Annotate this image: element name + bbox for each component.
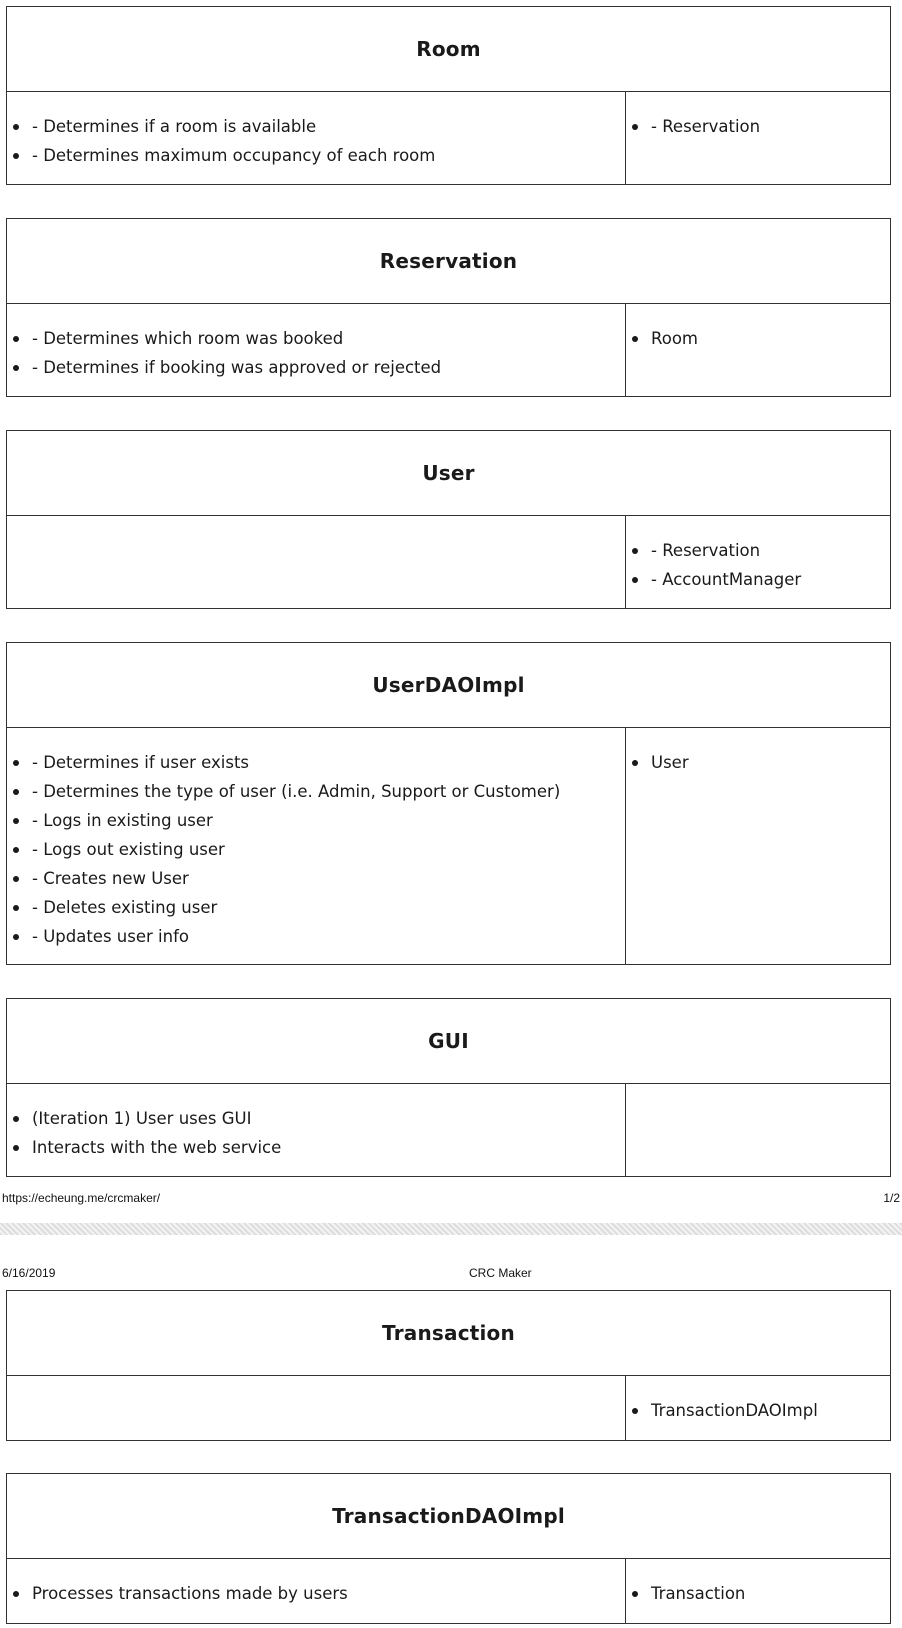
list-item: - Reservation bbox=[626, 536, 890, 565]
crc-card-transactiondaoimpl: TransactionDAOImpl Processes transaction… bbox=[6, 1473, 891, 1624]
list-item: User bbox=[626, 748, 890, 777]
card-title: TransactionDAOImpl bbox=[7, 1474, 890, 1559]
list-item: Transaction bbox=[626, 1579, 890, 1608]
list-item: - Reservation bbox=[626, 112, 890, 141]
crc-card-userdaoimpl: UserDAOImpl - Determines if user exists … bbox=[6, 642, 891, 965]
collaborators-column: - Reservation bbox=[626, 92, 890, 184]
crc-card-transaction: Transaction TransactionDAOImpl bbox=[6, 1290, 891, 1441]
card-title: Transaction bbox=[7, 1291, 890, 1376]
list-item: Room bbox=[626, 324, 890, 353]
responsibilities-column: - Determines if user exists - Determines… bbox=[7, 728, 626, 964]
card-title: Room bbox=[7, 7, 890, 92]
card-title: Reservation bbox=[7, 219, 890, 304]
footer-url: https://echeung.me/crcmaker/ bbox=[2, 1191, 161, 1205]
list-item: - Deletes existing user bbox=[7, 893, 625, 922]
responsibilities-column: Processes transactions made by users bbox=[7, 1559, 626, 1623]
list-item: - Determines if booking was approved or … bbox=[7, 353, 625, 382]
list-item: - Updates user info bbox=[7, 922, 625, 951]
list-item: Interacts with the web service bbox=[7, 1133, 625, 1162]
card-title: UserDAOImpl bbox=[7, 643, 890, 728]
responsibilities-column: - Determines if a room is available - De… bbox=[7, 92, 626, 184]
crc-card-room: Room - Determines if a room is available… bbox=[6, 6, 891, 185]
list-item: TransactionDAOImpl bbox=[626, 1396, 890, 1425]
card-title: GUI bbox=[7, 999, 890, 1084]
crc-card-gui: GUI (Iteration 1) User uses GUI Interact… bbox=[6, 998, 891, 1177]
header-title: CRC Maker bbox=[469, 1266, 532, 1280]
responsibilities-column bbox=[7, 516, 626, 608]
collaborators-column: Transaction bbox=[626, 1559, 890, 1623]
page-break bbox=[0, 1223, 902, 1235]
responsibilities-column: (Iteration 1) User uses GUI Interacts wi… bbox=[7, 1084, 626, 1176]
crc-card-user: User - Reservation - AccountManager bbox=[6, 430, 891, 609]
collaborators-column: Room bbox=[626, 304, 890, 396]
crc-card-reservation: Reservation - Determines which room was … bbox=[6, 218, 891, 397]
header-date: 6/16/2019 bbox=[2, 1266, 56, 1280]
list-item: - Logs out existing user bbox=[7, 835, 625, 864]
list-item: - Determines which room was booked bbox=[7, 324, 625, 353]
collaborators-column: TransactionDAOImpl bbox=[626, 1376, 890, 1440]
list-item: - Determines if a room is available bbox=[7, 112, 625, 141]
collaborators-column: User bbox=[626, 728, 890, 964]
list-item: (Iteration 1) User uses GUI bbox=[7, 1104, 625, 1133]
list-item: Processes transactions made by users bbox=[7, 1579, 625, 1608]
footer-page-number: 1/2 bbox=[883, 1191, 900, 1205]
list-item: - AccountManager bbox=[626, 565, 890, 594]
collaborators-column bbox=[626, 1084, 890, 1176]
responsibilities-column bbox=[7, 1376, 626, 1440]
card-title: User bbox=[7, 431, 890, 516]
list-item: - Determines if user exists bbox=[7, 748, 625, 777]
list-item: - Determines maximum occupancy of each r… bbox=[7, 141, 625, 170]
responsibilities-column: - Determines which room was booked - Det… bbox=[7, 304, 626, 396]
list-item: - Creates new User bbox=[7, 864, 625, 893]
list-item: - Determines the type of user (i.e. Admi… bbox=[7, 777, 625, 806]
collaborators-column: - Reservation - AccountManager bbox=[626, 516, 890, 608]
list-item: - Logs in existing user bbox=[7, 806, 625, 835]
